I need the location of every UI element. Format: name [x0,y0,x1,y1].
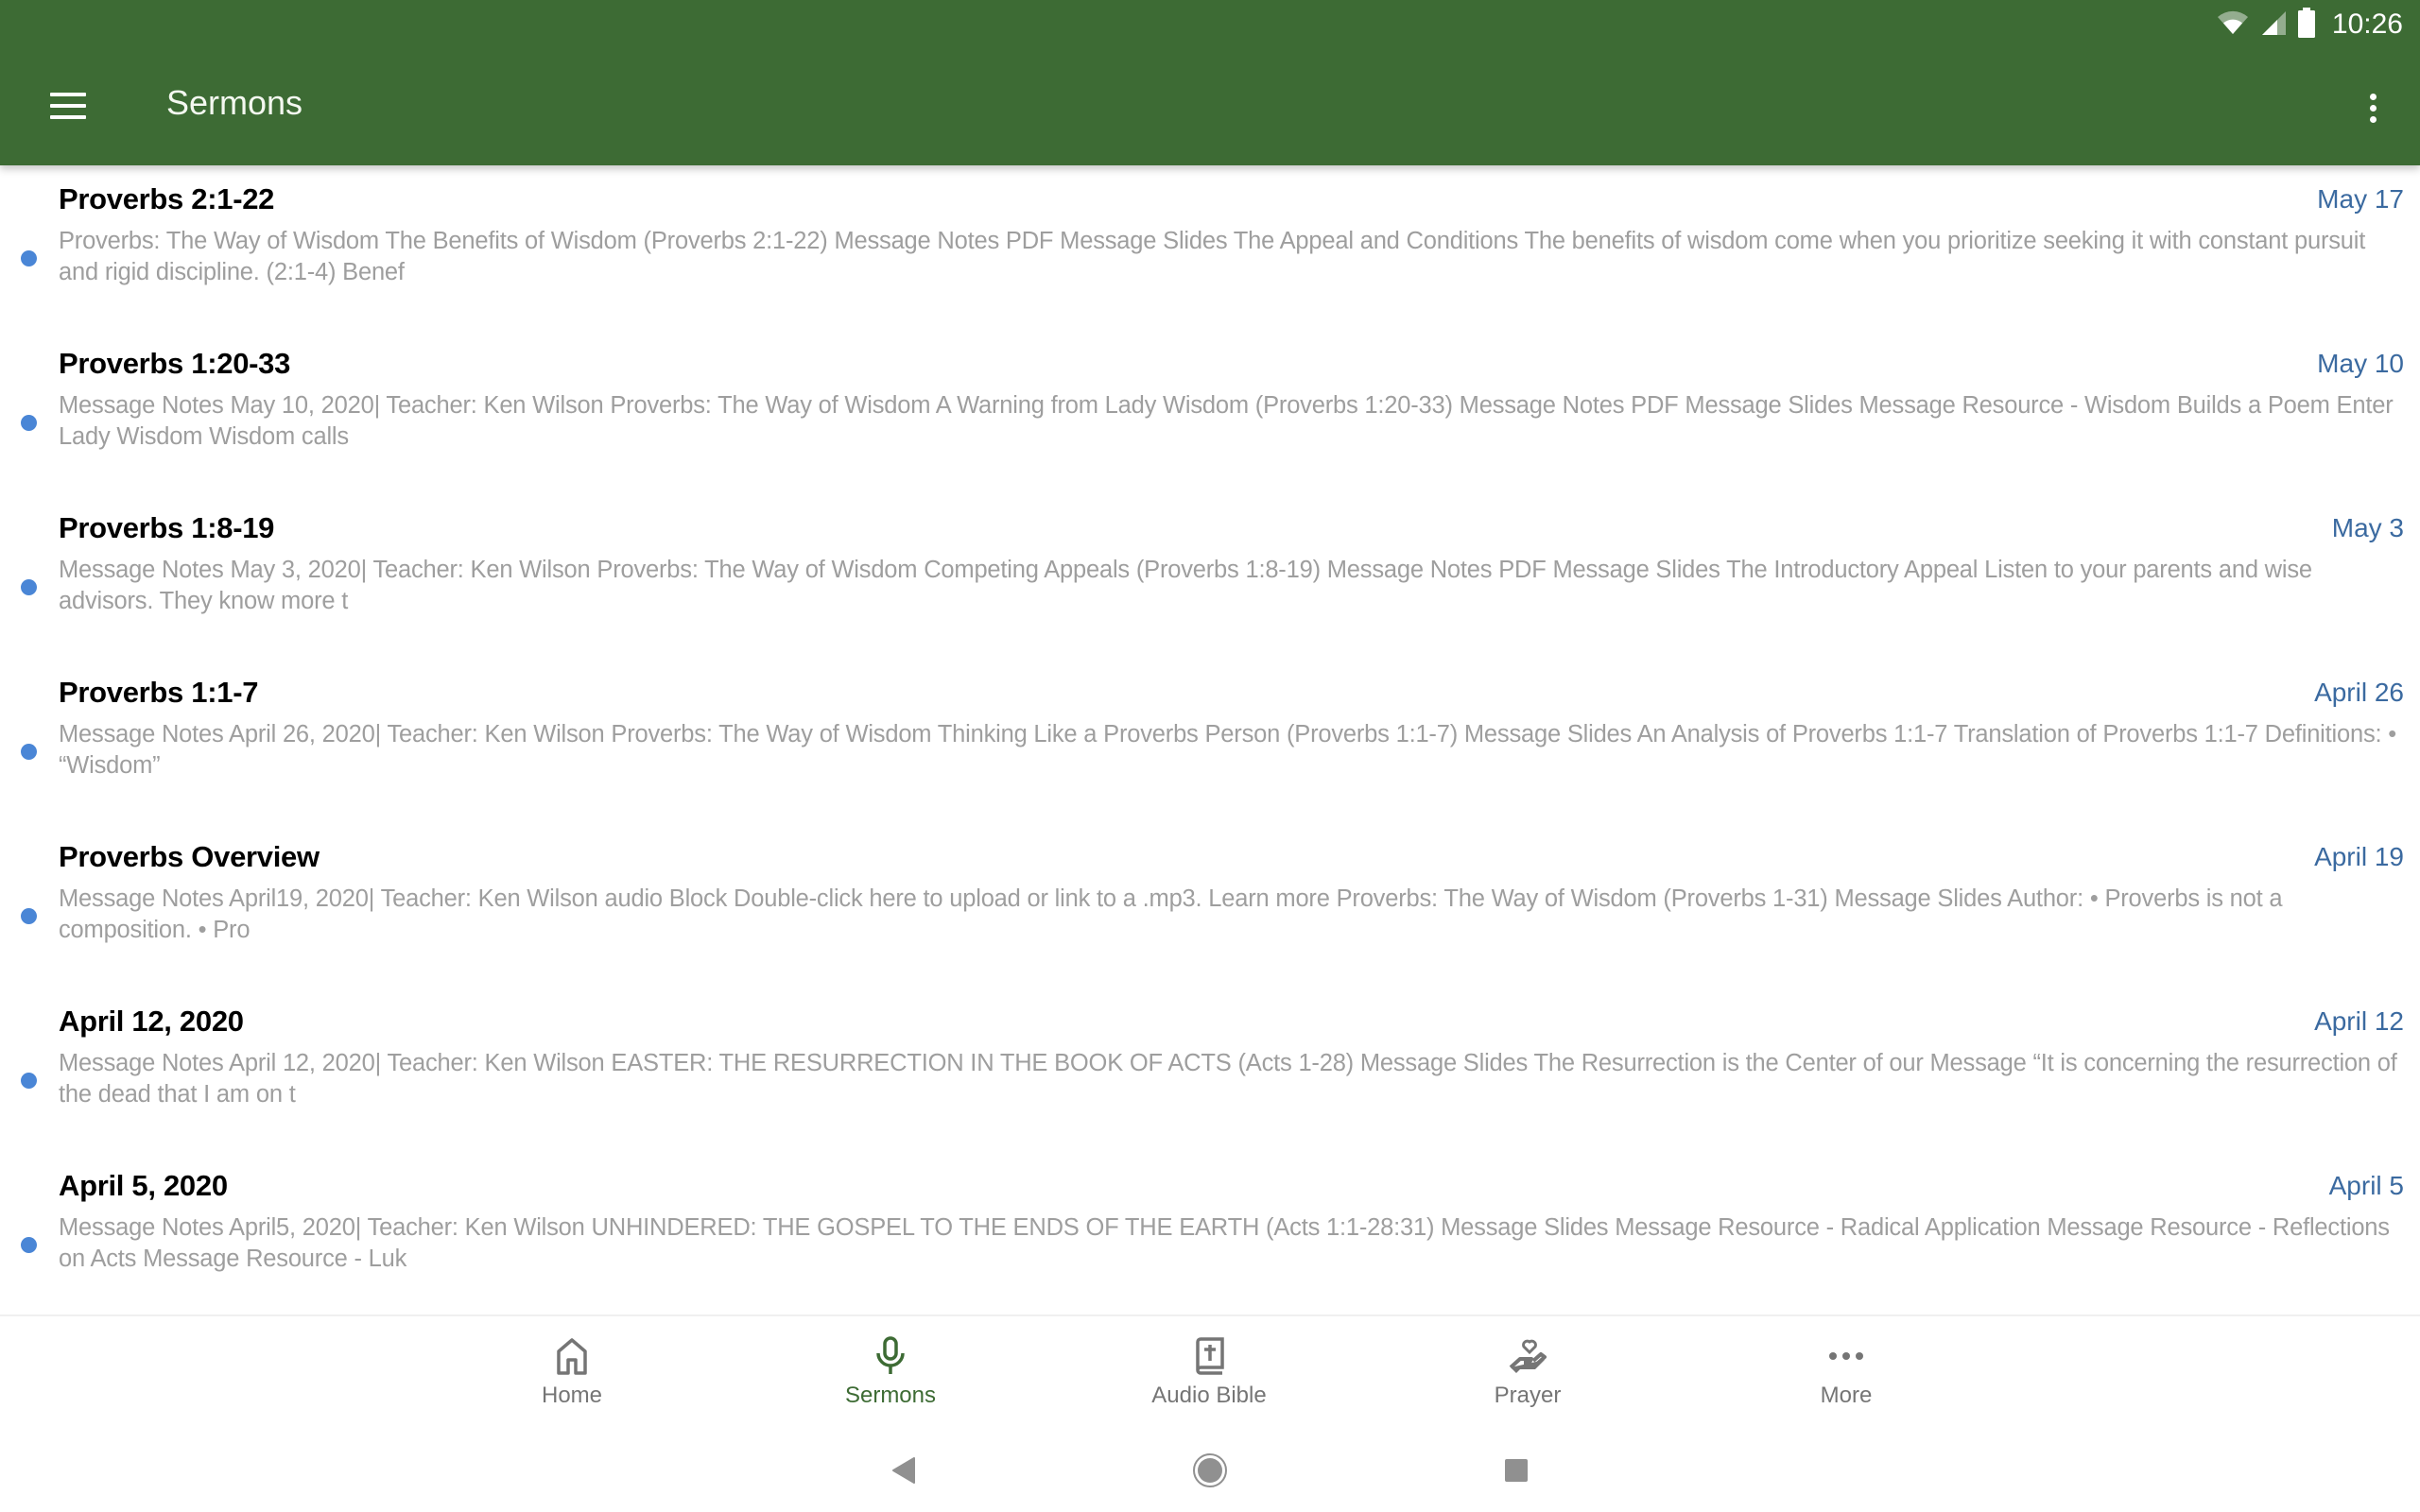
sermon-title: Proverbs 1:8-19 [59,511,275,544]
sermon-date: April 19 [2314,842,2404,871]
sermon-list-item[interactable]: Proverbs 1:20-33 May 10 Message Notes Ma… [0,330,2420,494]
sermon-title: Proverbs 2:1-22 [59,182,275,215]
nav-label: Audio Bible [1151,1383,1267,1408]
sermon-description: Message Notes May 10, 2020| Teacher: Ken… [59,392,2394,450]
sermon-list-item[interactable]: Proverbs Overview April 19 Message Notes… [0,823,2420,988]
cell-signal-icon [2260,9,2287,41]
sermon-title: April 12, 2020 [59,1005,244,1038]
nav-label: More [1820,1383,1873,1408]
home-circle-icon[interactable] [1182,1447,1238,1494]
unread-dot-icon [21,250,37,266]
microphone-icon [868,1333,913,1379]
nav-label: Home [541,1383,603,1408]
sermon-list-item[interactable]: Proverbs 2:1-22 May 17 Proverbs: The Way… [0,165,2420,330]
sermon-list[interactable]: Proverbs 2:1-22 May 17 Proverbs: The Way… [0,165,2420,1314]
status-icons: 10:26 [2217,6,2403,43]
more-horiz-icon [1824,1333,1869,1379]
page-title: Sermons [166,83,303,122]
unread-dot-icon [21,1073,37,1089]
prayer-hand-heart-icon [1505,1333,1550,1379]
sermon-description: Message Notes April 12, 2020| Teacher: K… [59,1050,2397,1108]
unread-dot-icon [21,579,37,595]
nav-item-more[interactable]: More [1723,1316,1969,1430]
nav-label: Prayer [1494,1383,1562,1408]
sermon-description: Message Notes May 3, 2020| Teacher: Ken … [59,557,2312,614]
battery-icon [2297,7,2315,43]
status-bar: 10:26 [0,0,2420,47]
bottom-navigation: Home Sermons Audio Bible Prayer More [0,1314,2420,1428]
sermon-title: April 5, 2020 [59,1169,228,1202]
back-icon[interactable] [875,1447,932,1494]
sermon-date: April 26 [2314,678,2404,707]
sermon-description: Message Notes April19, 2020| Teacher: Ke… [59,885,2283,943]
more-vert-icon[interactable] [2354,81,2392,134]
app-bar: Sermons [0,47,2420,165]
sermon-list-item[interactable]: Proverbs 1:1-7 April 26 Message Notes Ap… [0,659,2420,823]
sermon-title: Proverbs Overview [59,840,320,873]
sermon-list-item[interactable]: April 12, 2020 April 12 Message Notes Ap… [0,988,2420,1152]
nav-label: Sermons [844,1383,937,1408]
sermon-description: Message Notes April5, 2020| Teacher: Ken… [59,1214,2390,1272]
unread-dot-icon [21,744,37,760]
recents-icon[interactable] [1488,1447,1545,1494]
hamburger-menu-icon[interactable] [38,79,98,132]
sermon-list-item[interactable]: April 5, 2020 April 5 Message Notes Apri… [0,1152,2420,1314]
sermon-title: Proverbs 1:20-33 [59,347,291,380]
sermon-list-item[interactable]: Proverbs 1:8-19 May 3 Message Notes May … [0,494,2420,659]
sermon-description: Proverbs: The Way of Wisdom The Benefits… [59,228,2366,285]
sermon-date: May 3 [2331,513,2404,542]
sermon-date: May 10 [2317,349,2404,378]
header: 10:26 Sermons [0,0,2420,165]
sermon-date: May 17 [2317,184,2404,214]
nav-item-prayer[interactable]: Prayer [1405,1316,1651,1430]
sermon-title: Proverbs 1:1-7 [59,676,259,709]
unread-dot-icon [21,1237,37,1253]
status-time: 10:26 [2331,9,2403,40]
home-icon [549,1333,595,1379]
bible-icon [1186,1333,1232,1379]
wifi-icon [2217,10,2249,40]
system-navigation-bar [0,1428,2420,1512]
unread-dot-icon [21,415,37,431]
sermon-description: Message Notes April 26, 2020| Teacher: K… [59,721,2397,779]
sermon-date: April 12 [2314,1006,2404,1036]
sermon-date: April 5 [2328,1171,2404,1200]
unread-dot-icon [21,908,37,924]
nav-item-audio-bible[interactable]: Audio Bible [1086,1316,1332,1430]
nav-item-sermons[interactable]: Sermons [768,1316,1013,1430]
nav-item-home[interactable]: Home [449,1316,695,1430]
